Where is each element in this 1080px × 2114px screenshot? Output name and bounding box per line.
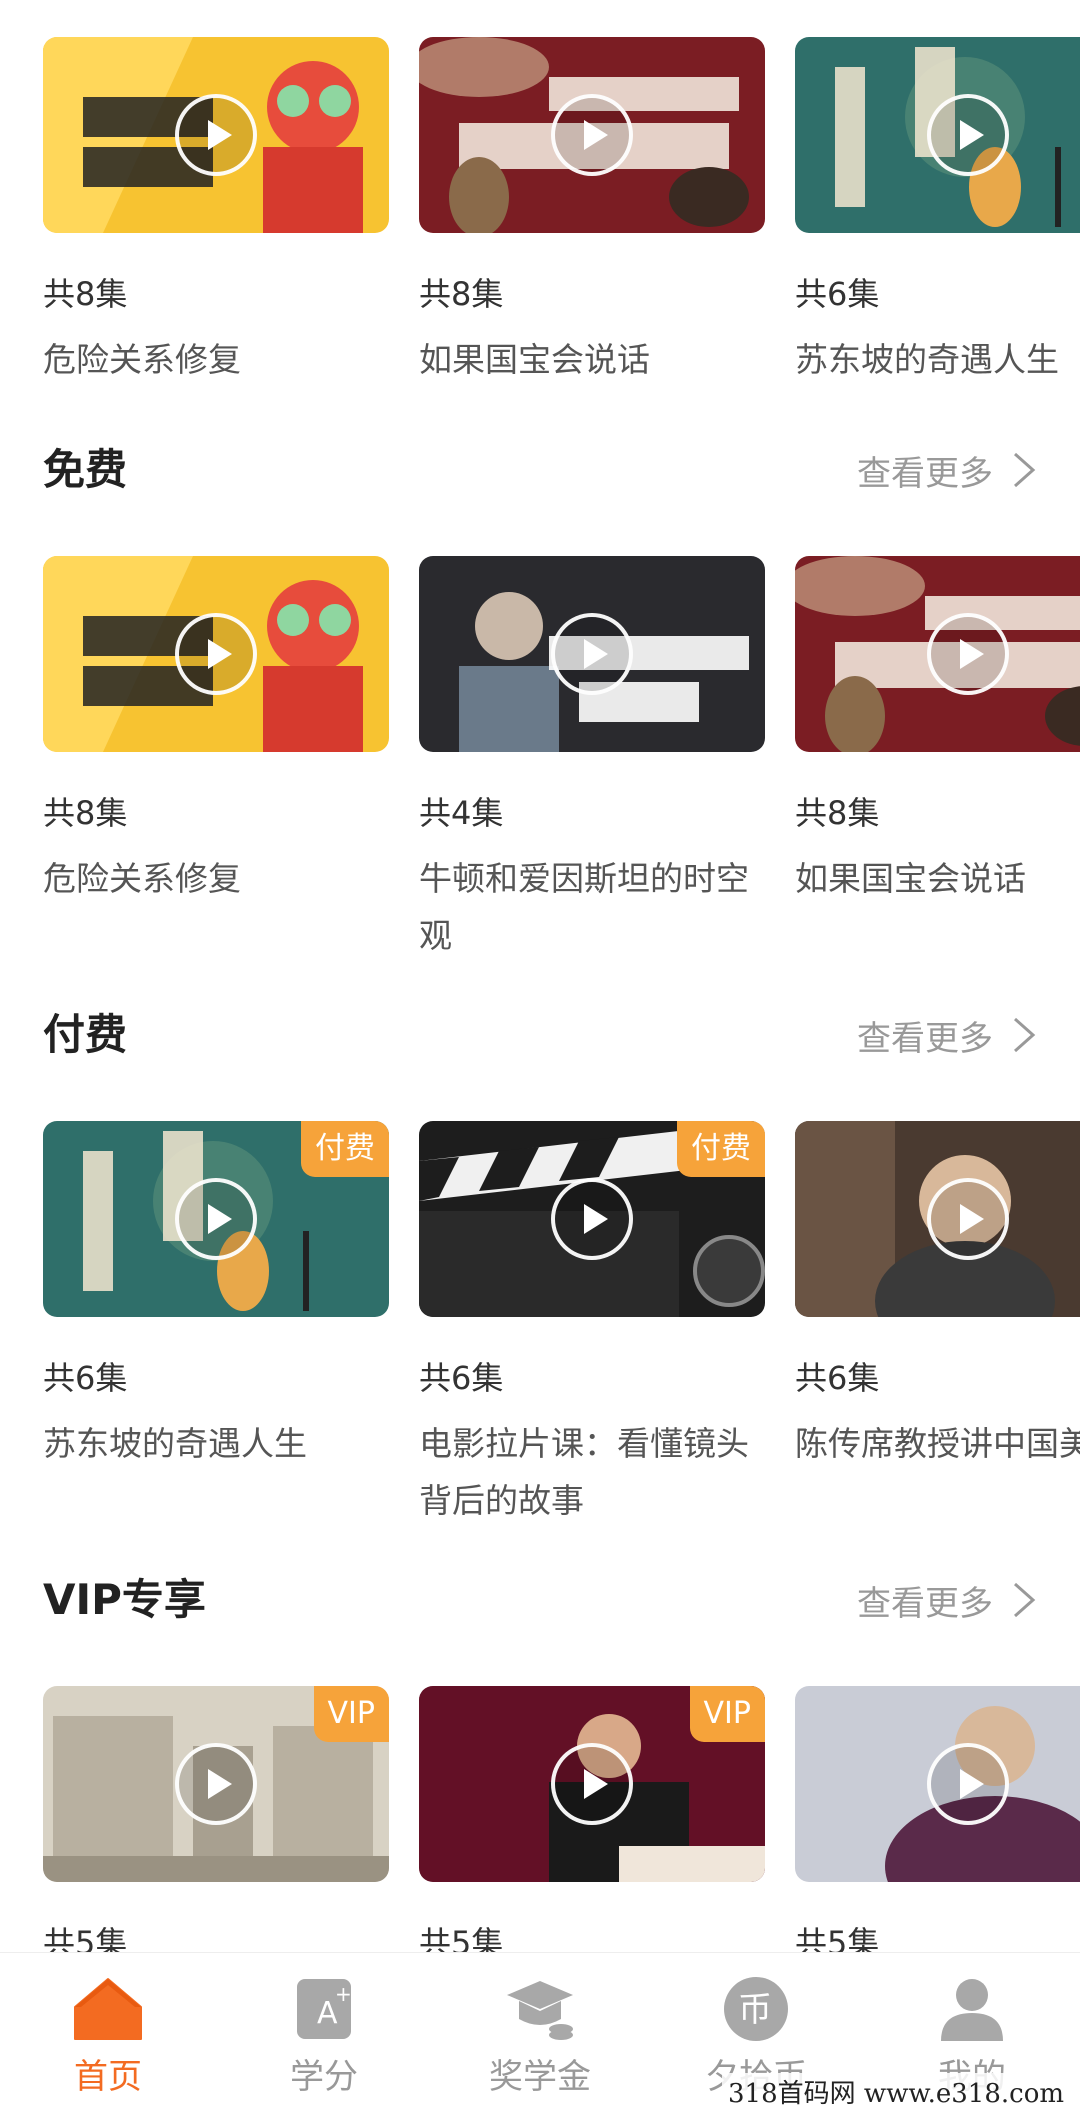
play-icon[interactable] (551, 613, 633, 695)
play-icon[interactable] (551, 94, 633, 176)
course-title: 苏东坡的奇遇人生 (43, 1424, 307, 1463)
play-icon[interactable] (175, 613, 257, 695)
course-card[interactable]: 共8集 危险关系修复 (43, 556, 389, 898)
course-thumbnail[interactable] (43, 37, 389, 233)
section-title: 免费 (43, 445, 128, 494)
view-more-button[interactable]: 查看更多 (857, 440, 1037, 500)
play-icon[interactable] (175, 1743, 257, 1825)
coin-icon: 币 (724, 1977, 788, 2041)
episode-count: 共8集 (43, 275, 128, 313)
view-more-button[interactable]: 查看更多 (857, 1005, 1037, 1065)
course-row-paid: 付费 共6集 苏东坡的奇遇人生 付费 共6集 电影拉片课：看懂镜头背后的故事 共… (43, 1121, 1080, 1641)
course-card[interactable]: VIP 共5集 (43, 1686, 389, 1962)
play-icon[interactable] (927, 1743, 1009, 1825)
home-icon (74, 1978, 142, 2040)
course-card[interactable]: 共6集 陈传席教授讲中国美术史 (795, 1121, 1080, 1463)
course-title: 危险关系修复 (43, 340, 241, 379)
course-thumbnail[interactable] (419, 37, 765, 233)
play-icon[interactable] (927, 613, 1009, 695)
tab-label: 奖学金 (489, 2057, 591, 2097)
tab-home[interactable]: 首页 (0, 1953, 216, 2114)
course-title: 陈传席教授讲中国美术史 (795, 1424, 1080, 1463)
episode-count: 共6集 (795, 275, 880, 313)
scholarship-icon (507, 1981, 573, 2040)
course-card[interactable]: 共5集 (795, 1686, 1080, 1962)
view-more-button[interactable]: 查看更多 (857, 1570, 1037, 1630)
vip-badge: VIP (689, 1686, 765, 1742)
course-thumbnail[interactable] (795, 1121, 1080, 1317)
course-card[interactable]: 共8集 如果国宝会说话 (795, 556, 1080, 898)
course-card[interactable]: 付费 共6集 苏东坡的奇遇人生 (43, 1121, 389, 1463)
course-card[interactable]: 共6集 苏东坡的奇遇人生 (795, 37, 1080, 379)
watermark: 318首码网 www.e318.com (722, 2073, 1070, 2110)
episode-count: 共8集 (419, 275, 504, 313)
section-header-vip: VIP专享 查看更多 (43, 1570, 1037, 1630)
paid-badge: 付费 (301, 1121, 389, 1177)
play-icon[interactable] (927, 94, 1009, 176)
course-thumbnail[interactable] (419, 556, 765, 752)
profile-icon (941, 1979, 1003, 2041)
course-card[interactable]: 共8集 如果国宝会说话 (419, 37, 765, 379)
section-header-free: 免费 查看更多 (43, 440, 1037, 500)
course-thumbnail[interactable]: 付费 (43, 1121, 389, 1317)
course-card[interactable]: 付费 共6集 电影拉片课：看懂镜头背后的故事 (419, 1121, 765, 1520)
episode-count: 共6集 (419, 1359, 504, 1397)
play-icon[interactable] (175, 94, 257, 176)
episode-count: 共6集 (43, 1359, 128, 1397)
svg-text:币: 币 (738, 1990, 772, 2030)
vip-badge: VIP (313, 1686, 389, 1742)
course-thumbnail[interactable] (795, 37, 1080, 233)
tab-label: 学分 (290, 2057, 358, 2097)
course-thumbnail[interactable] (795, 556, 1080, 752)
course-card[interactable]: 共4集 牛顿和爱因斯坦的时空观 (419, 556, 765, 955)
episode-count: 共4集 (419, 794, 504, 832)
play-icon[interactable] (175, 1178, 257, 1260)
view-more-label: 查看更多 (857, 1018, 993, 1059)
course-thumbnail[interactable] (795, 1686, 1080, 1882)
svg-text:+: + (335, 1982, 352, 2006)
home-page: 共8集 危险关系修复 共8集 如果国宝会说话 共6集 苏东坡的奇遇人生 免费 查… (0, 0, 1080, 2114)
play-icon[interactable] (551, 1743, 633, 1825)
section-title: VIP专享 (43, 1575, 206, 1624)
course-title: 苏东坡的奇遇人生 (795, 340, 1059, 379)
play-icon[interactable] (551, 1178, 633, 1260)
course-thumbnail[interactable]: 付费 (419, 1121, 765, 1317)
course-thumbnail[interactable]: VIP (43, 1686, 389, 1882)
episode-count: 共6集 (795, 1359, 880, 1397)
bottom-tab-bar: 首页 A + 学分 奖学金 币 夕拾币 (0, 1952, 1080, 2114)
course-title: 牛顿和爱因斯坦的时空观 (419, 859, 749, 955)
chevron-right-icon (1014, 1017, 1036, 1053)
episode-count: 共8集 (43, 794, 128, 832)
section-header-paid: 付费 查看更多 (43, 1005, 1037, 1065)
play-icon[interactable] (927, 1178, 1009, 1260)
paid-badge: 付费 (677, 1121, 765, 1177)
section-title: 付费 (43, 1010, 128, 1059)
view-more-label: 查看更多 (857, 453, 993, 494)
episode-count: 共8集 (795, 794, 880, 832)
tab-scholarship[interactable]: 奖学金 (432, 1953, 648, 2114)
course-thumbnail[interactable] (43, 556, 389, 752)
tab-label: 首页 (74, 2057, 142, 2097)
course-row-free: 共8集 危险关系修复 共4集 牛顿和爱因斯坦的时空观 共8集 如果国宝会说话 (43, 556, 1080, 1076)
course-card[interactable]: VIP 共5集 (419, 1686, 765, 1962)
course-title: 危险关系修复 (43, 859, 241, 898)
view-more-label: 查看更多 (857, 1583, 993, 1624)
course-thumbnail[interactable]: VIP (419, 1686, 765, 1882)
course-title: 电影拉片课：看懂镜头背后的故事 (419, 1424, 749, 1520)
course-title: 如果国宝会说话 (795, 859, 1026, 898)
chevron-right-icon (1014, 1582, 1036, 1618)
chevron-right-icon (1014, 452, 1036, 488)
tab-credits[interactable]: A + 学分 (216, 1953, 432, 2114)
credit-icon: A + (297, 1979, 352, 2039)
course-title: 如果国宝会说话 (419, 340, 650, 379)
course-card[interactable]: 共8集 危险关系修复 (43, 37, 389, 379)
